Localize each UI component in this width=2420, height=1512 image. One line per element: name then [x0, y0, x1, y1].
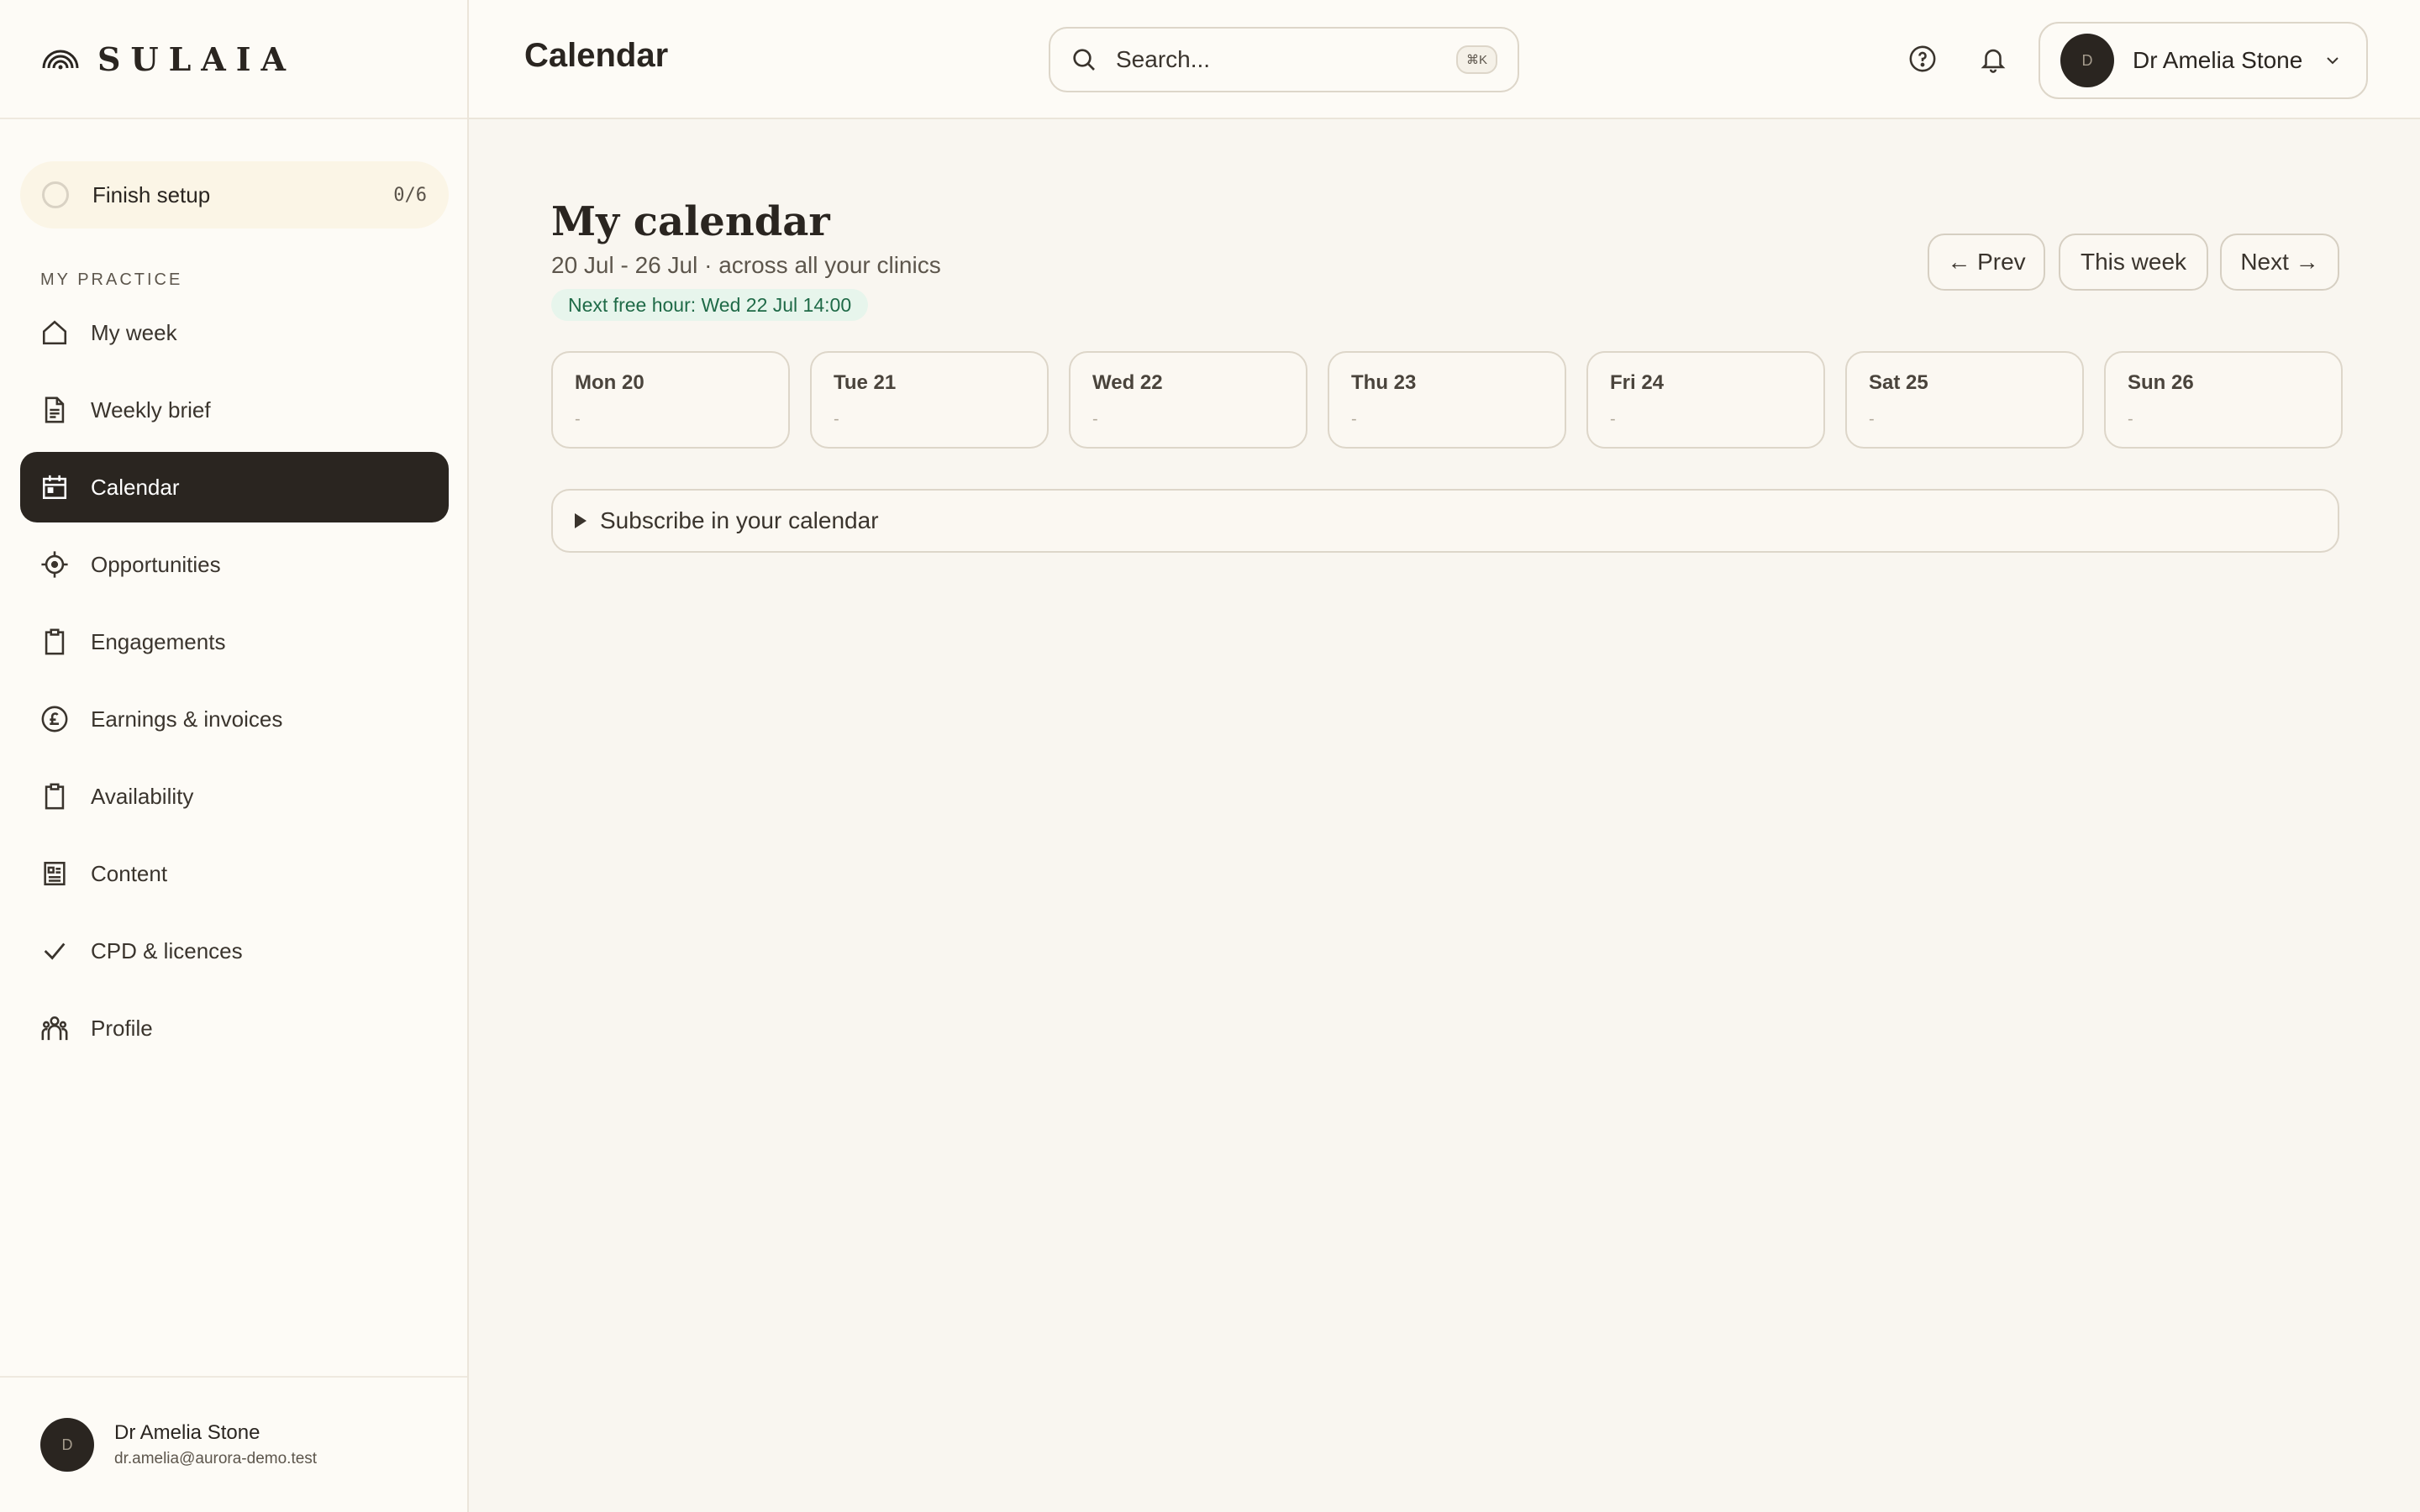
sidebar-item-label: Engagements [91, 628, 226, 654]
finish-setup-button[interactable]: Finish setup 0/6 [20, 161, 449, 228]
sidebar-item-calendar[interactable]: Calendar [20, 452, 449, 522]
sidebar-item-label: Availability [91, 783, 194, 809]
sidebar-item-availability[interactable]: Availability [20, 761, 449, 832]
pound-icon [40, 705, 69, 733]
sidebar-item-opportunities[interactable]: Opportunities [20, 529, 449, 600]
target-icon [40, 550, 69, 579]
this-week-button[interactable]: This week [2059, 234, 2208, 291]
page-title: Calendar [524, 37, 669, 74]
prev-week-button[interactable]: ← Prev [1928, 234, 2045, 291]
help-icon [1909, 45, 1936, 72]
day-name: Sat 25 [1869, 371, 1928, 394]
date-range-subtitle: 20 Jul - 26 Jul · across all your clinic… [551, 252, 941, 278]
sidebar-item-label: CPD & licences [91, 937, 243, 963]
day-name: Wed 22 [1092, 371, 1163, 394]
day-value: - [1610, 410, 1616, 428]
avatar: D [40, 1418, 94, 1472]
calendar-icon [40, 473, 69, 501]
avatar: D [2060, 34, 2114, 87]
sidebar-item-engagements[interactable]: Engagements [20, 606, 449, 677]
brand[interactable]: SULAIA [0, 0, 467, 119]
main-area: Calendar ⌘K D Dr Amelia Stone My calenda… [469, 0, 2420, 1512]
day-name: Thu 23 [1351, 371, 1417, 394]
user-info: Dr Amelia Stone dr.amelia@aurora-demo.te… [114, 1421, 317, 1468]
people-icon [40, 1014, 69, 1042]
sidebar-item-cpd-licences[interactable]: CPD & licences [20, 916, 449, 986]
sidebar-user-card[interactable]: D Dr Amelia Stone dr.amelia@aurora-demo.… [0, 1376, 467, 1512]
day-name: Tue 21 [834, 371, 897, 394]
search-box[interactable]: ⌘K [1049, 27, 1519, 92]
day-name: Mon 20 [575, 371, 644, 394]
check-icon [40, 937, 69, 965]
progress-ring-icon [42, 181, 69, 208]
user-menu-button[interactable]: D Dr Amelia Stone [2039, 22, 2368, 99]
sidebar-nav: My week Weekly brief Calendar Opportunit… [20, 297, 449, 1070]
sidebar-item-label: Opportunities [91, 551, 221, 577]
subscribe-label: Subscribe in your calendar [600, 507, 879, 533]
next-free-hour-badge: Next free hour: Wed 22 Jul 14:00 [551, 289, 869, 321]
sidebar-item-my-week[interactable]: My week [20, 297, 449, 368]
day-value: - [1092, 410, 1098, 428]
topbar: Calendar ⌘K D Dr Amelia Stone [469, 0, 2420, 119]
day-card-wed[interactable]: Wed 22 - [1069, 351, 1307, 449]
bell-icon [1981, 49, 2006, 73]
newspaper-icon [40, 859, 69, 888]
day-name: Fri 24 [1610, 371, 1665, 394]
user-menu-name: Dr Amelia Stone [2133, 47, 2303, 73]
day-value: - [2128, 410, 2133, 428]
brand-name: SULAIA [97, 39, 297, 78]
finish-setup-label: Finish setup [92, 181, 211, 207]
day-card-tue[interactable]: Tue 21 - [810, 351, 1049, 449]
app-root: SULAIA Finish setup 0/6 MY PRACTICE My w… [0, 0, 2420, 1512]
week-days-row: Mon 20 - Tue 21 - Wed 22 - Thu 23 - Fri … [551, 351, 2343, 449]
document-icon [40, 396, 69, 424]
sidebar-item-profile[interactable]: Profile [20, 993, 449, 1063]
sidebar-item-label: My week [91, 319, 177, 345]
day-value: - [834, 410, 839, 428]
sidebar-item-label: Calendar [91, 474, 180, 500]
search-icon [1073, 49, 1095, 71]
user-name: Dr Amelia Stone [114, 1421, 260, 1444]
day-value: - [1351, 410, 1357, 428]
day-card-thu[interactable]: Thu 23 - [1328, 351, 1566, 449]
sidebar-item-label: Weekly brief [91, 396, 211, 423]
clipboard-icon [40, 627, 69, 656]
sidebar: SULAIA Finish setup 0/6 MY PRACTICE My w… [0, 0, 469, 1512]
clipboard-icon [40, 782, 69, 811]
day-value: - [575, 410, 581, 428]
day-card-fri[interactable]: Fri 24 - [1586, 351, 1825, 449]
sidebar-item-earnings-invoices[interactable]: Earnings & invoices [20, 684, 449, 754]
sidebar-item-content[interactable]: Content [20, 838, 449, 909]
search-input[interactable] [1116, 46, 1435, 73]
sidebar-item-label: Profile [91, 1015, 153, 1041]
sidebar-item-label: Earnings & invoices [91, 706, 283, 732]
sidebar-item-weekly-brief[interactable]: Weekly brief [20, 375, 449, 445]
day-card-sat[interactable]: Sat 25 - [1845, 351, 2084, 449]
logo-icon [42, 50, 79, 70]
day-name: Sun 26 [2128, 371, 2194, 394]
section-label: MY PRACTICE [40, 270, 183, 289]
notifications-button[interactable] [1976, 42, 2010, 76]
sidebar-item-label: Content [91, 860, 168, 886]
help-button[interactable] [1906, 42, 1939, 76]
setup-progress-count: 0/6 [393, 184, 427, 206]
day-card-sun[interactable]: Sun 26 - [2104, 351, 2343, 449]
day-value: - [1869, 410, 1875, 428]
user-email: dr.amelia@aurora-demo.test [114, 1450, 318, 1467]
subscribe-calendar-toggle[interactable]: Subscribe in your calendar [551, 489, 2339, 553]
home-icon [40, 318, 69, 347]
search-shortcut-badge: ⌘K [1455, 45, 1497, 74]
chevron-down-icon [2327, 57, 2338, 65]
next-week-button[interactable]: Next → [2220, 234, 2339, 291]
disclosure-triangle-icon [575, 513, 587, 528]
calendar-heading: My calendar [551, 198, 830, 245]
day-card-mon[interactable]: Mon 20 - [551, 351, 790, 449]
